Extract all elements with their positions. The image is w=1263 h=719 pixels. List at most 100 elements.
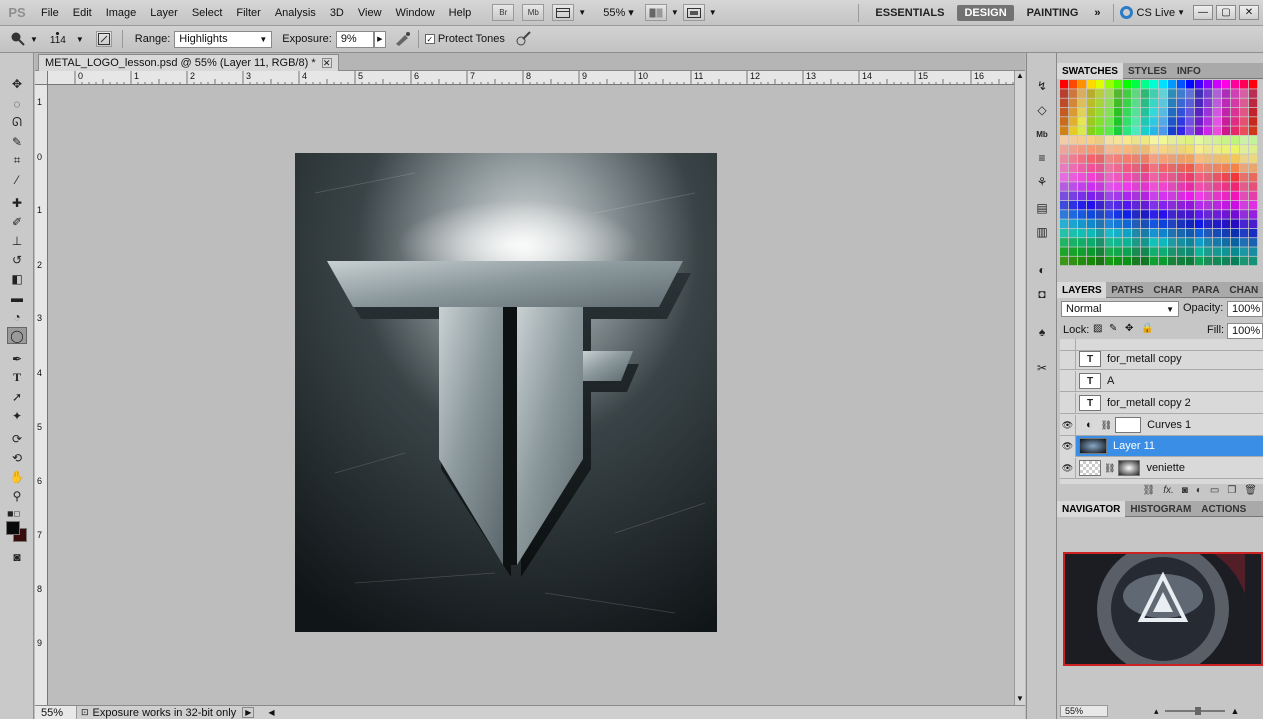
swatch-cell[interactable] bbox=[1177, 154, 1186, 163]
swatch-cell[interactable] bbox=[1105, 182, 1114, 191]
swatch-cell[interactable] bbox=[1222, 173, 1231, 182]
swatch-cell[interactable] bbox=[1114, 200, 1123, 210]
swatch-cell[interactable] bbox=[1150, 117, 1159, 126]
swatch-cell[interactable] bbox=[1177, 145, 1186, 154]
swatch-cell[interactable] bbox=[1204, 98, 1213, 108]
swatch-cell[interactable] bbox=[1249, 219, 1258, 229]
clone-stamp-tool-icon[interactable]: ⊥ bbox=[7, 232, 27, 249]
swatch-cell[interactable] bbox=[1204, 163, 1213, 173]
vertical-scrollbar[interactable]: ▲ ▼ bbox=[1014, 71, 1025, 705]
swatch-cell[interactable] bbox=[1141, 98, 1150, 108]
swatch-cell[interactable] bbox=[1069, 80, 1078, 89]
swatch-cell[interactable] bbox=[1069, 210, 1078, 219]
layer-mask-thumbnail[interactable] bbox=[1115, 417, 1142, 433]
path-selection-tool-icon[interactable]: ➚ bbox=[7, 388, 27, 405]
pressure-size-icon[interactable] bbox=[515, 31, 533, 47]
swatch-cell[interactable] bbox=[1177, 210, 1186, 219]
menu-view[interactable]: View bbox=[351, 7, 389, 19]
swatch-cell[interactable] bbox=[1195, 98, 1204, 108]
swatch-cell[interactable] bbox=[1150, 89, 1159, 98]
swatch-cell[interactable] bbox=[1204, 247, 1213, 256]
swatch-cell[interactable] bbox=[1069, 191, 1078, 201]
menu-select[interactable]: Select bbox=[185, 7, 230, 19]
menu-file[interactable]: File bbox=[34, 7, 66, 19]
swatch-cell[interactable] bbox=[1249, 107, 1258, 117]
swatch-cell[interactable] bbox=[1222, 228, 1231, 238]
swatch-cell[interactable] bbox=[1231, 117, 1240, 126]
swatch-cell[interactable] bbox=[1114, 98, 1123, 108]
layer-row[interactable]: T for_metall copy 2 bbox=[1060, 392, 1263, 414]
swatch-cell[interactable] bbox=[1150, 107, 1159, 117]
swatch-cell[interactable] bbox=[1249, 145, 1258, 154]
swatch-cell[interactable] bbox=[1168, 256, 1177, 266]
close-tab-icon[interactable]: ✕ bbox=[321, 58, 332, 68]
swatch-cell[interactable] bbox=[1114, 219, 1123, 229]
swatch-cell[interactable] bbox=[1087, 228, 1096, 238]
brush-tool-icon[interactable]: ✐ bbox=[7, 213, 27, 230]
swatch-cell[interactable] bbox=[1105, 191, 1114, 201]
swatch-cell[interactable] bbox=[1213, 219, 1222, 229]
swatch-cell[interactable] bbox=[1123, 200, 1132, 210]
foreground-color-swatch[interactable] bbox=[6, 521, 20, 535]
menu-help[interactable]: Help bbox=[442, 7, 479, 19]
swatch-cell[interactable] bbox=[1132, 117, 1141, 126]
3d-rotate-tool-icon[interactable]: ⟳ bbox=[7, 430, 27, 447]
swatch-cell[interactable] bbox=[1222, 89, 1231, 98]
swatch-cell[interactable] bbox=[1096, 228, 1105, 238]
history-brush-tool-icon[interactable]: ↺ bbox=[7, 251, 27, 268]
trash-icon[interactable]: 🗑 bbox=[1244, 485, 1257, 499]
swatch-cell[interactable] bbox=[1159, 256, 1168, 266]
swatch-cell[interactable] bbox=[1141, 219, 1150, 229]
swatch-cell[interactable] bbox=[1231, 173, 1240, 182]
new-group-icon[interactable]: ▭ bbox=[1210, 485, 1219, 499]
swatch-cell[interactable] bbox=[1141, 228, 1150, 238]
swatch-cell[interactable] bbox=[1141, 173, 1150, 182]
swatch-cell[interactable] bbox=[1240, 210, 1249, 219]
status-info-icon[interactable]: ⊡ bbox=[81, 707, 89, 718]
lasso-tool-icon[interactable]: ᘏ bbox=[7, 114, 27, 131]
swatch-cell[interactable] bbox=[1177, 89, 1186, 98]
swatch-cell[interactable] bbox=[1150, 228, 1159, 238]
swatch-cell[interactable] bbox=[1168, 80, 1177, 89]
canvas-area[interactable] bbox=[49, 86, 1014, 704]
swatch-cell[interactable] bbox=[1159, 200, 1168, 210]
swatch-cell[interactable] bbox=[1123, 89, 1132, 98]
swatch-cell[interactable] bbox=[1114, 210, 1123, 219]
chevron-down-icon[interactable]: ▼ bbox=[1177, 8, 1185, 17]
swatch-cell[interactable] bbox=[1231, 154, 1240, 163]
layer-mask-thumbnail[interactable] bbox=[1118, 460, 1141, 476]
swatch-cell[interactable] bbox=[1123, 228, 1132, 238]
lock-position-icon[interactable]: ✥ bbox=[1125, 323, 1133, 334]
swatch-cell[interactable] bbox=[1159, 182, 1168, 191]
swatch-cell[interactable] bbox=[1060, 173, 1069, 182]
swatch-cell[interactable] bbox=[1078, 135, 1087, 145]
workspace-essentials[interactable]: ESSENTIALS bbox=[868, 5, 951, 21]
swatch-cell[interactable] bbox=[1159, 247, 1168, 256]
eye-icon[interactable]: 👁 bbox=[1060, 435, 1076, 457]
history-panel-icon[interactable]: ↯ bbox=[1032, 77, 1052, 95]
swatch-cell[interactable] bbox=[1222, 247, 1231, 256]
swatch-cell[interactable] bbox=[1141, 89, 1150, 98]
swatch-cell[interactable] bbox=[1132, 238, 1141, 247]
swatch-cell[interactable] bbox=[1141, 126, 1150, 136]
swatch-cell[interactable] bbox=[1159, 80, 1168, 89]
swatch-cell[interactable] bbox=[1213, 228, 1222, 238]
blur-tool-icon[interactable]: ◔ bbox=[7, 308, 27, 325]
swatch-cell[interactable] bbox=[1060, 80, 1069, 89]
swatch-cell[interactable] bbox=[1240, 154, 1249, 163]
swatch-cell[interactable] bbox=[1114, 145, 1123, 154]
swatch-cell[interactable] bbox=[1096, 135, 1105, 145]
swatch-cell[interactable] bbox=[1240, 256, 1249, 266]
notes-panel-icon[interactable]: ▤ bbox=[1032, 199, 1052, 217]
swatch-cell[interactable] bbox=[1222, 191, 1231, 201]
swatch-cell[interactable] bbox=[1087, 182, 1096, 191]
swatch-cell[interactable] bbox=[1213, 256, 1222, 266]
swatch-cell[interactable] bbox=[1132, 126, 1141, 136]
swatch-cell[interactable] bbox=[1123, 182, 1132, 191]
swatch-cell[interactable] bbox=[1096, 182, 1105, 191]
swatch-cell[interactable] bbox=[1132, 210, 1141, 219]
swatch-cell[interactable] bbox=[1105, 219, 1114, 229]
swatch-cell[interactable] bbox=[1150, 145, 1159, 154]
swatch-cell[interactable] bbox=[1213, 173, 1222, 182]
swatch-cell[interactable] bbox=[1060, 182, 1069, 191]
